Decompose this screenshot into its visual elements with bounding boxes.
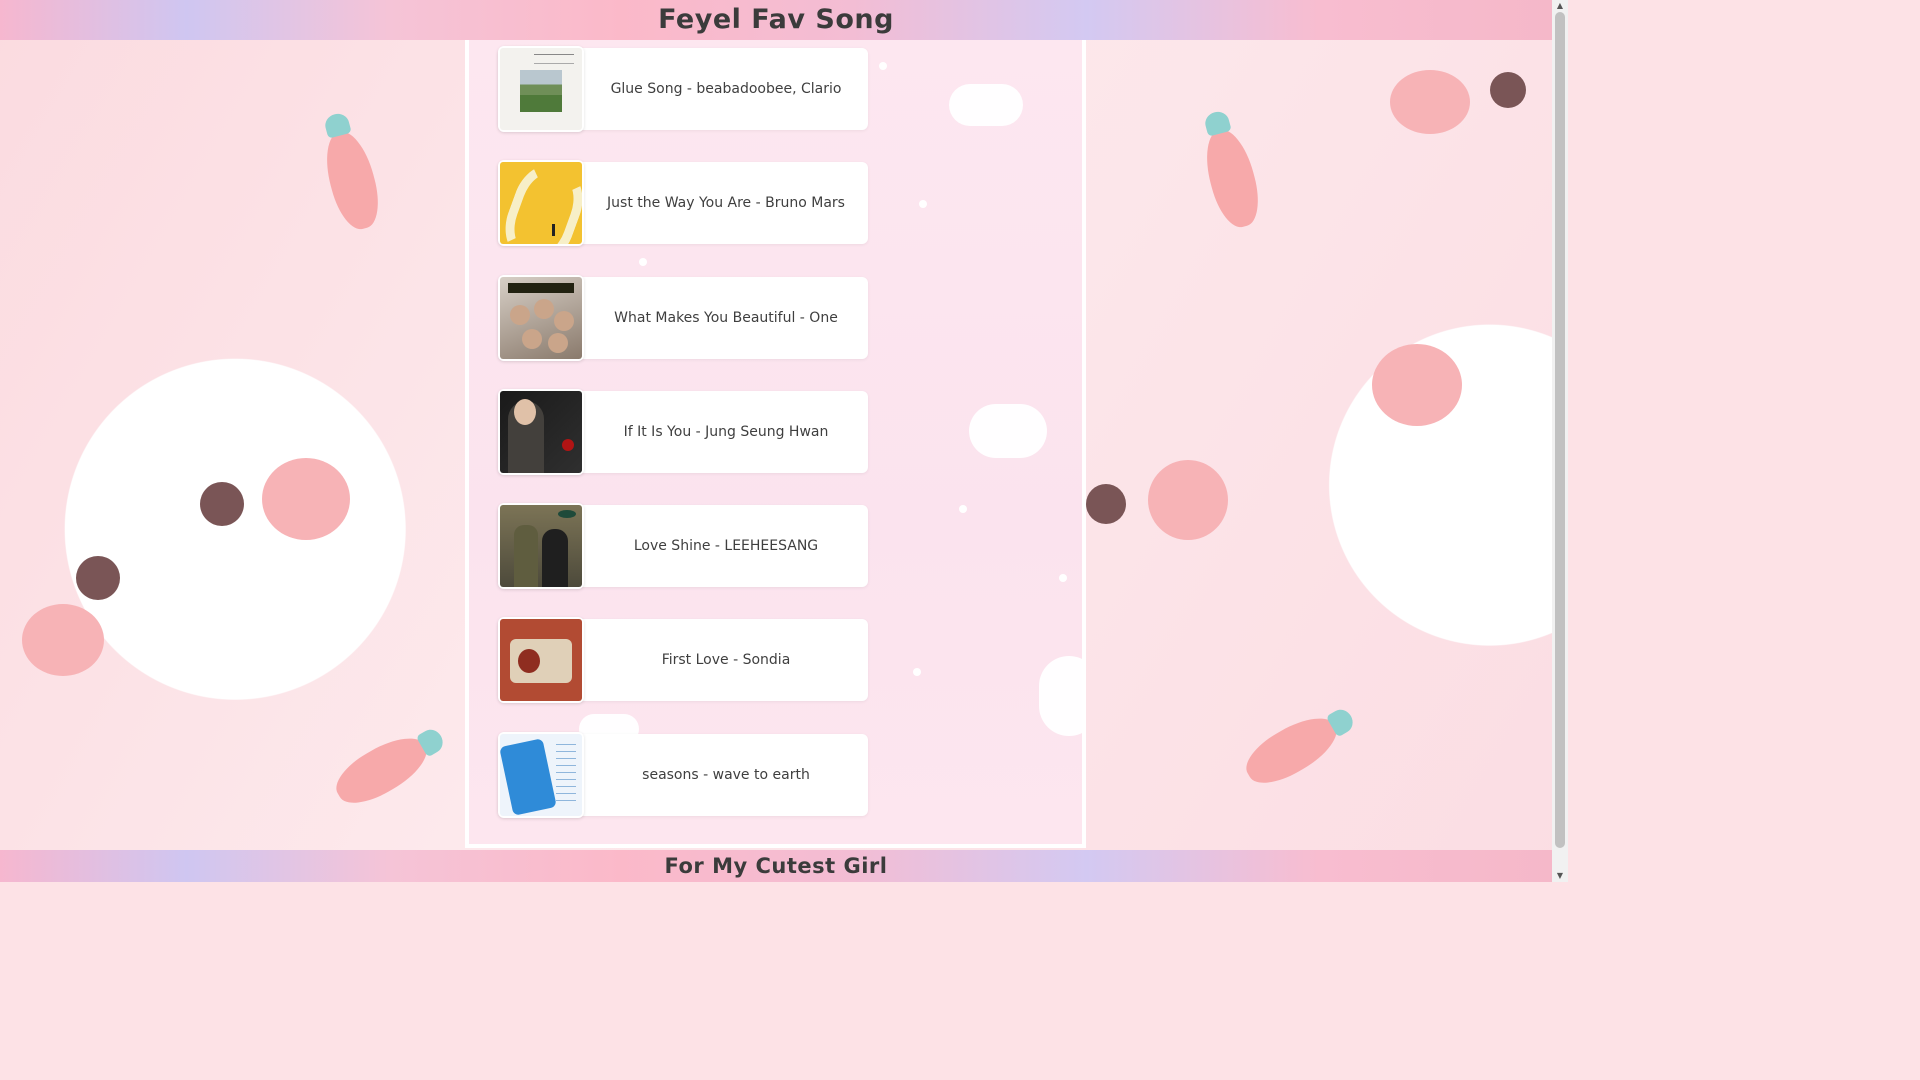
song-card[interactable]: If It Is You - Jung Seung Hwan [498,388,868,475]
scrollbar-thumb[interactable] [1555,12,1565,848]
sparkle-decoration [913,668,921,676]
song-card[interactable]: seasons - wave to earth [498,731,868,818]
sparkle-decoration [879,62,887,70]
song-title: If It Is You - Jung Seung Hwan [623,423,829,440]
vertical-scrollbar[interactable]: ▲ ▼ [1552,0,1568,882]
sparkle-decoration [1059,574,1067,582]
cloud-decoration [949,84,1023,126]
carrot-decoration [1237,705,1347,795]
cat-eye-decoration [200,482,244,526]
first-love-cover-image [500,619,582,702]
album-cover [498,160,584,247]
album-cover [498,46,584,132]
song-title: Glue Song - beabadoobee, Clario [610,81,842,97]
footer-text: For My Cutest Girl [664,854,888,878]
sparkle-decoration [919,200,927,208]
cloud-decoration [1039,656,1082,736]
page-header: Feyel Fav Song [0,0,1552,40]
song-title: What Makes You Beautiful - One Direction [614,309,838,408]
song-list: Glue Song - beabadoobee, Clario Just the… [498,46,868,844]
cat-cheek-decoration [1390,70,1470,134]
cat-eye-decoration [76,556,120,600]
cat-eye-decoration [1086,484,1126,524]
song-title: First Love - Sondia [661,652,791,669]
just-the-way-you-are-cover-image [500,162,582,245]
cat-cheek-decoration [262,458,350,540]
carrot-decoration [327,725,437,815]
song-card[interactable]: Glue Song - beabadoobee, Clario [498,46,868,132]
love-shine-cover-image [500,505,582,588]
page-title: Feyel Fav Song [658,4,894,35]
song-title: seasons - wave to earth [642,766,810,783]
page-footer: For My Cutest Girl [0,850,1552,882]
sparkle-decoration [959,505,967,513]
song-title: Love Shine - LEEHEESANG [633,538,819,555]
cat-cheek-decoration [1148,460,1228,540]
carrot-decoration [1197,124,1267,232]
scroll-down-arrow-icon[interactable]: ▼ [1555,871,1565,881]
if-it-is-you-cover-image [500,390,582,473]
album-cover [498,388,584,475]
album-cover [498,503,584,590]
song-card[interactable]: Love Shine - LEEHEESANG [498,503,868,590]
seasons-cover-image [500,733,582,816]
song-panel: Glue Song - beabadoobee, Clario Just the… [465,40,1086,848]
song-title: Just the Way You Are - Bruno Mars [607,195,845,212]
what-makes-you-beautiful-cover-image [500,276,582,359]
cat-eye-decoration [1490,72,1526,108]
song-card[interactable]: What Makes You Beautiful - One Direction [498,274,868,408]
glue-song-cover-image [500,48,582,130]
song-card[interactable]: First Love - Sondia [498,617,868,704]
album-cover [498,617,584,704]
scroll-up-arrow-icon[interactable]: ▲ [1555,1,1565,11]
carrot-decoration [317,126,387,234]
song-card[interactable]: Just the Way You Are - Bruno Mars [498,160,868,247]
album-cover [498,731,584,818]
album-cover [498,274,584,361]
cat-cheek-decoration [22,604,104,676]
cloud-decoration [969,404,1047,458]
strawberry-decoration [1372,344,1462,426]
